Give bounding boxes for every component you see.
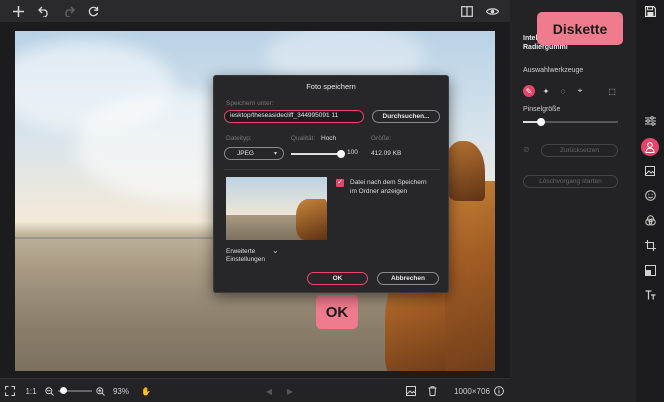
prev-image-icon[interactable]: ◀: [264, 384, 274, 398]
browse-button[interactable]: Durchsuchen...: [372, 110, 440, 123]
bottom-bar: 1:1 93% ✋ ◀ ▶ 1000×706: [0, 378, 510, 402]
photo-editor-app: 1:1 93% ✋ ◀ ▶ 1000×706 Intelligenter Rad…: [0, 0, 664, 402]
lasso-icon[interactable]: ◌: [557, 85, 569, 97]
eraser-stamp-icon[interactable]: ⬚: [606, 85, 618, 97]
cancel-button[interactable]: Abbrechen: [377, 272, 439, 285]
file-type-label: Dateityp:: [226, 135, 252, 142]
trash-icon[interactable]: [426, 384, 438, 398]
quality-label: Qualität:: [291, 135, 316, 142]
resize-icon[interactable]: [641, 261, 659, 279]
info-icon[interactable]: [493, 384, 505, 398]
show-in-folder-checkbox[interactable]: ✓: [336, 179, 344, 187]
image-dimensions: 1000×706: [454, 386, 490, 396]
brush-tool-icon[interactable]: ✎: [523, 85, 535, 97]
next-image-icon[interactable]: ▶: [285, 384, 295, 398]
compare-icon[interactable]: [459, 3, 475, 19]
crop-icon[interactable]: [641, 236, 659, 254]
link-icon: ⊘: [523, 145, 530, 154]
quality-level: Hoch: [321, 135, 337, 142]
save-path-input[interactable]: iesktop/theseasidecliff_344995091 11: [224, 110, 364, 123]
advanced-settings-label: Erweiterte Einstellungen: [226, 248, 266, 263]
show-in-folder-label: Datei nach dem Speichern im Ordner anzei…: [350, 179, 427, 195]
zoom-in-icon[interactable]: [95, 384, 105, 398]
zoom-level: 93%: [112, 386, 129, 396]
fit-screen-icon[interactable]: [4, 384, 16, 398]
size-label: Größe:: [371, 135, 392, 142]
magic-wand-icon[interactable]: ✦: [540, 85, 552, 97]
color-circles-icon[interactable]: [641, 211, 659, 229]
reset-button[interactable]: Zurücksetzen: [541, 144, 618, 157]
selection-tools-label: Auswahlwerkzeuge: [523, 67, 584, 74]
ok-button[interactable]: OK: [307, 272, 368, 285]
dialog-title: Foto speichern: [306, 82, 356, 91]
advanced-settings-toggle[interactable]: Erweiterte Einstellungen ⌄: [226, 247, 279, 264]
chevron-down-icon: ⌄: [272, 246, 279, 255]
icon-rail: [636, 0, 664, 402]
quality-value: 100: [347, 149, 358, 156]
plus-icon[interactable]: [10, 3, 26, 19]
undo-icon[interactable]: [36, 3, 52, 19]
redo-icon[interactable]: [61, 3, 77, 19]
text-icon[interactable]: [641, 286, 659, 304]
eraser-person-icon[interactable]: [641, 138, 659, 156]
tool-panel: Intelligenter Radiergummi Auswahlwerkzeu…: [510, 0, 636, 402]
smiley-icon[interactable]: [641, 186, 659, 204]
image-adjust-icon[interactable]: [641, 162, 659, 180]
brush-size-label: Pinselgröße: [523, 106, 561, 113]
polygon-lasso-icon[interactable]: ⌖: [574, 85, 586, 97]
eye-icon[interactable]: [484, 3, 500, 19]
size-value: 412.09 KB: [371, 150, 402, 157]
file-type-value: JPEG: [237, 150, 254, 157]
zoom-ratio-button[interactable]: 1:1: [24, 384, 38, 398]
top-toolbar: [0, 0, 510, 22]
zoom-out-icon[interactable]: [44, 384, 54, 398]
ok-callout: OK: [316, 295, 358, 329]
preview-thumbnail: [226, 177, 327, 240]
dialog-divider: [224, 169, 440, 170]
start-erase-button[interactable]: Löschvorgang starten: [523, 175, 618, 188]
chevron-down-icon: ▾: [273, 151, 277, 157]
hand-icon[interactable]: ✋: [141, 384, 151, 398]
diskette-callout: Diskette: [537, 12, 623, 45]
image-icon[interactable]: [405, 384, 417, 398]
zoom-slider[interactable]: [58, 384, 92, 398]
save-photo-dialog: Foto speichern Speichern unter: iesktop/…: [213, 75, 449, 293]
diskette-icon[interactable]: [641, 2, 659, 20]
file-type-select[interactable]: JPEG ▾: [224, 147, 284, 160]
adjust-sliders-icon[interactable]: [641, 112, 659, 130]
refresh-icon[interactable]: [85, 3, 101, 19]
save-under-label: Speichern unter:: [226, 100, 274, 107]
